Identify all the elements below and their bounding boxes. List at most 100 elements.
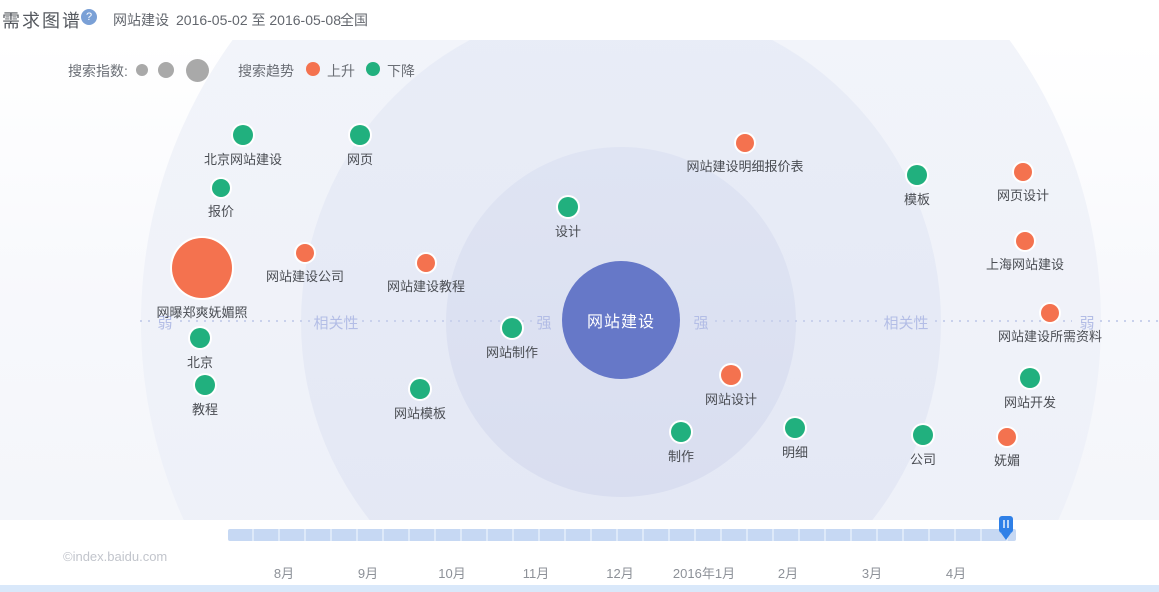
axis-relevance-left: 相关性 — [313, 312, 358, 333]
graph-node: 网站模板 — [410, 379, 430, 399]
rise-trend-icon — [306, 62, 320, 76]
timeline-month-label: 4月 — [946, 563, 966, 582]
graph-node: 网站开发 — [1020, 368, 1040, 388]
timeline-slider-handle[interactable] — [999, 516, 1013, 541]
bubble-label: 网站建设所需资料 — [998, 326, 1102, 345]
bubble-label: 北京 — [187, 352, 213, 371]
graph-node: 公司 — [913, 425, 933, 445]
graph-node: 北京网站建设 — [233, 125, 253, 145]
graph-node: 模板 — [907, 165, 927, 185]
demand-map-chart: 弱 相关性 强 强 相关性 弱 北京网站建设网页报价网站建设明细报价表模板网页设… — [0, 40, 1159, 520]
rising-keyword-bubble[interactable] — [721, 365, 741, 385]
header-keyword: 网站建设 — [113, 10, 169, 30]
falling-keyword-bubble[interactable] — [350, 125, 370, 145]
bubble-label: 网站建设教程 — [387, 276, 465, 295]
next-section-edge — [0, 585, 1159, 592]
header-region: 全国 — [340, 10, 368, 30]
graph-node: 网站建设明细报价表 — [736, 134, 754, 152]
axis-dots — [715, 320, 880, 322]
rising-keyword-bubble[interactable] — [998, 428, 1016, 446]
bubble-label: 网站制作 — [486, 342, 538, 361]
falling-keyword-bubble[interactable] — [212, 179, 230, 197]
rising-keyword-bubble[interactable] — [1041, 304, 1059, 322]
bubble-label: 网曝郑爽妩媚照 — [156, 302, 247, 321]
bubble-label: 设计 — [555, 221, 581, 240]
slider-pointer-icon — [1001, 533, 1011, 540]
graph-node: 北京 — [190, 328, 210, 348]
timeline-month-label: 2月 — [778, 563, 798, 582]
bubble-label: 网页 — [347, 149, 373, 168]
watermark: ©index.baidu.com — [63, 549, 167, 564]
center-keyword-bubble[interactable]: 网站建设 — [562, 261, 680, 379]
bubble-label: 网站建设公司 — [266, 266, 344, 285]
graph-node: 网站制作 — [502, 318, 522, 338]
graph-node: 设计 — [558, 197, 578, 217]
falling-keyword-bubble[interactable] — [558, 197, 578, 217]
index-size-large-icon — [186, 59, 209, 82]
graph-node: 教程 — [195, 375, 215, 395]
legend-rise-label: 上升 — [327, 61, 355, 81]
timeline-month-label: 2016年1月 — [673, 563, 735, 582]
page-title: 需求图谱 — [2, 7, 82, 33]
falling-keyword-bubble[interactable] — [410, 379, 430, 399]
falling-keyword-bubble[interactable] — [233, 125, 253, 145]
graph-node: 网站建设所需资料 — [1041, 304, 1059, 322]
bubble-label: 网站设计 — [705, 389, 757, 408]
graph-node: 网页设计 — [1014, 163, 1032, 181]
falling-keyword-bubble[interactable] — [913, 425, 933, 445]
rising-keyword-bubble[interactable] — [1014, 163, 1032, 181]
graph-node: 妩媚 — [998, 428, 1016, 446]
timeline-month-label: 12月 — [606, 563, 633, 582]
bubble-label: 网站模板 — [394, 403, 446, 422]
header-date-range: 2016-05-02 至 2016-05-08 — [176, 10, 341, 30]
falling-keyword-bubble[interactable] — [671, 422, 691, 442]
rising-keyword-bubble[interactable] — [1016, 232, 1034, 250]
graph-node: 网页 — [350, 125, 370, 145]
legend: 搜索指数: 搜索趋势 上升 下降 — [0, 58, 1159, 82]
axis-strong-right: 强 — [693, 312, 708, 333]
bubble-label: 网站建设明细报价表 — [686, 156, 803, 175]
slider-cap — [999, 516, 1013, 533]
bubble-label: 网页设计 — [997, 185, 1049, 204]
axis-strong-left: 强 — [536, 312, 551, 333]
bubble-label: 北京网站建设 — [204, 149, 282, 168]
rising-keyword-bubble[interactable] — [296, 244, 314, 262]
bubble-label: 网站开发 — [1004, 392, 1056, 411]
axis-relevance-right: 相关性 — [883, 312, 928, 333]
falling-keyword-bubble[interactable] — [502, 318, 522, 338]
demand-map-panel: 需求图谱 ? 网站建设 2016-05-02 至 2016-05-08 全国 弱… — [0, 0, 1159, 592]
slider-grip-icon — [1007, 520, 1009, 528]
bubble-label: 明细 — [782, 442, 808, 461]
graph-node: 网曝郑爽妩媚照 — [172, 238, 232, 298]
legend-fall-label: 下降 — [387, 61, 415, 81]
graph-node: 网站建设公司 — [296, 244, 314, 262]
bubble-label: 妩媚 — [994, 450, 1020, 469]
graph-node: 报价 — [212, 179, 230, 197]
center-keyword-label: 网站建设 — [587, 308, 655, 332]
falling-keyword-bubble[interactable] — [1020, 368, 1040, 388]
help-icon[interactable]: ? — [81, 9, 97, 25]
index-size-medium-icon — [158, 62, 174, 78]
falling-keyword-bubble[interactable] — [785, 418, 805, 438]
rising-keyword-bubble[interactable] — [736, 134, 754, 152]
bubble-label: 制作 — [668, 446, 694, 465]
graph-node: 网站建设教程 — [417, 254, 435, 272]
legend-index-label: 搜索指数: — [68, 61, 128, 81]
index-size-small-icon — [136, 64, 148, 76]
rising-keyword-bubble[interactable] — [417, 254, 435, 272]
header: 需求图谱 ? 网站建设 2016-05-02 至 2016-05-08 全国 — [0, 0, 1159, 40]
graph-node: 网站设计 — [721, 365, 741, 385]
falling-keyword-bubble[interactable] — [190, 328, 210, 348]
fall-trend-icon — [366, 62, 380, 76]
timeline-month-label: 9月 — [358, 563, 378, 582]
rising-keyword-bubble[interactable] — [172, 238, 232, 298]
graph-node: 制作 — [671, 422, 691, 442]
slider-grip-icon — [1003, 520, 1005, 528]
timeline-month-label: 10月 — [438, 563, 465, 582]
axis-dots — [1100, 320, 1159, 322]
bubble-label: 模板 — [904, 189, 930, 208]
falling-keyword-bubble[interactable] — [195, 375, 215, 395]
falling-keyword-bubble[interactable] — [907, 165, 927, 185]
timeline-track[interactable] — [228, 529, 1016, 541]
axis-dots — [140, 320, 152, 322]
